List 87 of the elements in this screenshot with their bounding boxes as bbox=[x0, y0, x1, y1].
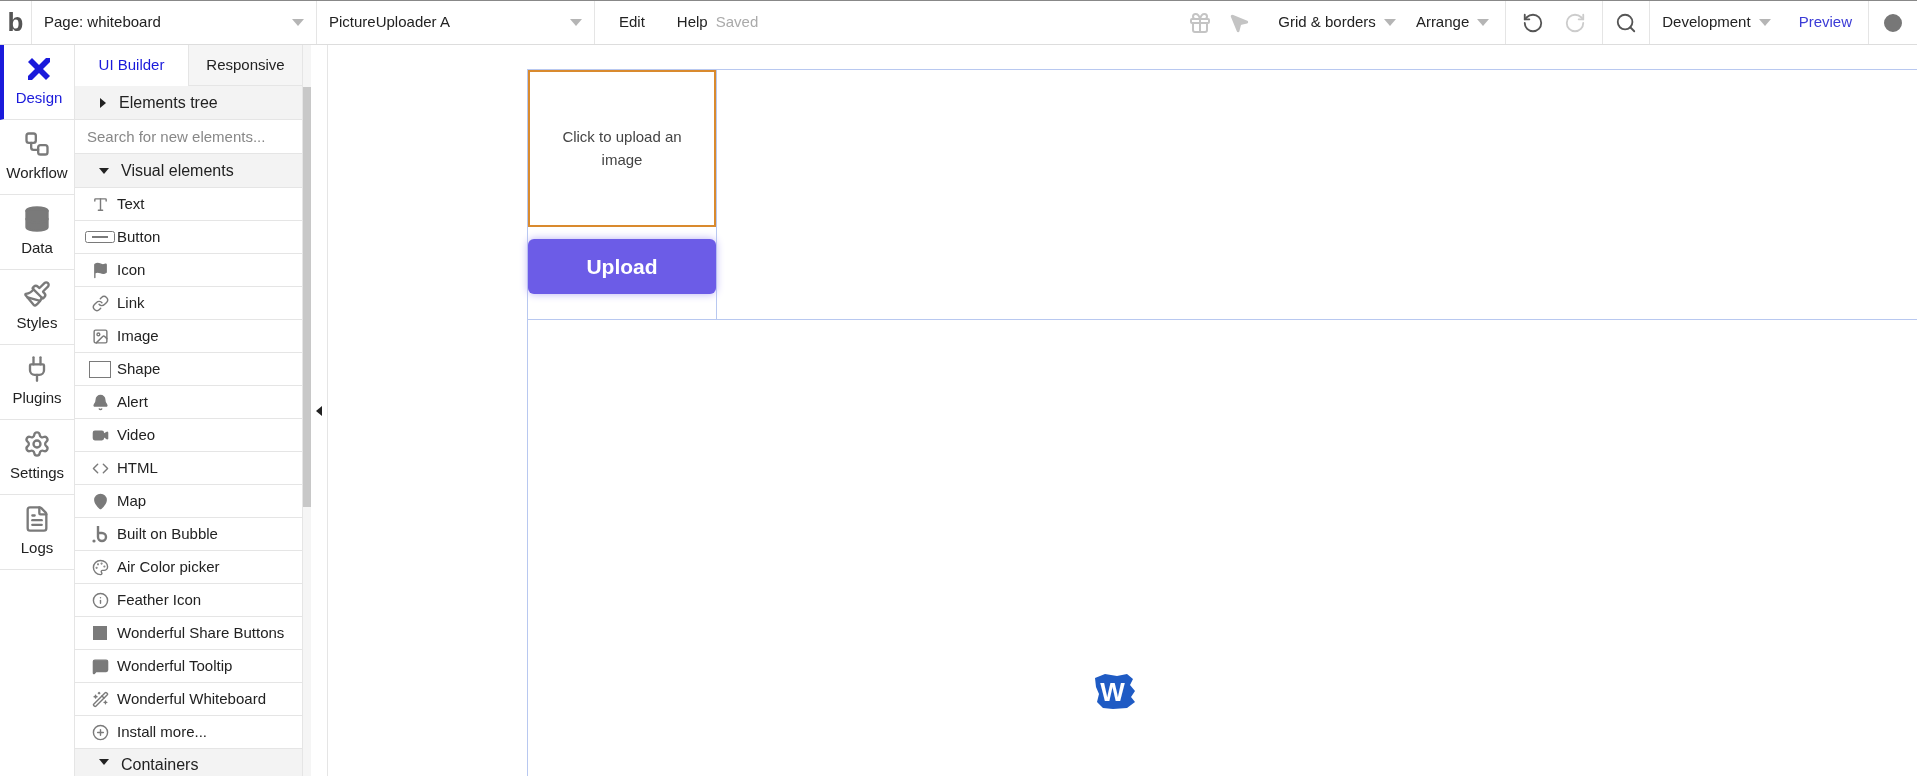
logo[interactable]: b bbox=[7, 3, 24, 42]
settings-icon bbox=[23, 429, 51, 458]
grid-menu[interactable]: Grid & borders bbox=[1278, 11, 1396, 34]
element-label: Video bbox=[117, 424, 156, 445]
nav-tab[interactable]: Styles bbox=[0, 270, 74, 345]
nav-tab[interactable]: Logs bbox=[0, 495, 74, 570]
element-label: Map bbox=[117, 490, 147, 511]
palette-icon bbox=[91, 558, 109, 576]
element-item[interactable]: Alert bbox=[75, 386, 302, 419]
element-item[interactable]: Map bbox=[75, 485, 302, 518]
caret-icon bbox=[99, 97, 107, 108]
arrange-menu[interactable]: Arrange bbox=[1415, 1, 1507, 44]
element-label: Link bbox=[117, 292, 145, 313]
brush-icon bbox=[23, 279, 51, 308]
element-item[interactable]: Feather Icon bbox=[75, 584, 302, 617]
caret-icon bbox=[292, 19, 304, 26]
info-icon bbox=[91, 591, 109, 609]
button-icon bbox=[85, 231, 115, 243]
element-item[interactable]: Wonderful Whiteboard bbox=[75, 683, 302, 716]
element-item[interactable]: Video bbox=[75, 419, 302, 452]
text-icon bbox=[91, 195, 109, 213]
page-dropdown[interactable]: Page: whiteboard bbox=[32, 1, 317, 44]
element-label: Wonderful Tooltip bbox=[117, 655, 233, 676]
preview-link[interactable]: Preview bbox=[1782, 11, 1868, 34]
caret-icon bbox=[1383, 19, 1396, 26]
caret-icon bbox=[1758, 19, 1771, 26]
element-item[interactable]: Icon bbox=[75, 254, 302, 287]
element-label: Text bbox=[117, 193, 145, 214]
search-field[interactable]: Search for new elements... bbox=[75, 120, 302, 154]
upload-button[interactable]: Upload bbox=[528, 239, 716, 294]
save-status: Saved bbox=[715, 12, 759, 33]
element-label: Built on Bubble bbox=[117, 523, 218, 544]
element-label: Image bbox=[117, 325, 159, 346]
caret-icon bbox=[99, 166, 109, 175]
search-icon[interactable] bbox=[1615, 11, 1638, 34]
flag-icon bbox=[91, 261, 109, 279]
section-header[interactable]: Elements tree bbox=[75, 86, 302, 120]
nav-tab[interactable]: Plugins bbox=[0, 345, 74, 420]
section-header[interactable]: Visual elements bbox=[75, 154, 302, 188]
element-item[interactable]: Air Color picker bbox=[75, 551, 302, 584]
bell-icon bbox=[91, 393, 109, 411]
image-icon bbox=[91, 327, 109, 345]
undo-icon[interactable] bbox=[1522, 11, 1545, 34]
element-item[interactable]: Shape bbox=[75, 353, 302, 386]
square-icon bbox=[93, 626, 107, 640]
element-item[interactable]: Built on Bubble bbox=[75, 518, 302, 551]
panel-tab[interactable]: Responsive bbox=[188, 45, 302, 86]
element-label: HTML bbox=[117, 457, 158, 478]
element-label: Wonderful Share Buttons bbox=[117, 622, 285, 643]
bubble-logo-icon bbox=[92, 525, 108, 543]
element-item[interactable]: Wonderful Share Buttons bbox=[75, 617, 302, 650]
menu-item[interactable]: Edit bbox=[619, 11, 645, 34]
element-label: Alert bbox=[117, 391, 148, 412]
element-item[interactable]: Wonderful Tooltip bbox=[75, 650, 302, 683]
element-label: Shape bbox=[117, 358, 161, 379]
element-label: Button bbox=[117, 226, 161, 247]
menu-item[interactable]: Help bbox=[676, 11, 708, 34]
database-icon bbox=[23, 204, 51, 233]
element-label: Icon bbox=[117, 259, 146, 280]
element-label: Install more... bbox=[117, 721, 208, 742]
element-label: Feather Icon bbox=[117, 589, 202, 610]
element-item[interactable]: Image bbox=[75, 320, 302, 353]
chat-icon bbox=[91, 657, 109, 675]
plus-circle-icon bbox=[91, 723, 109, 741]
element-item[interactable]: Link bbox=[75, 287, 302, 320]
link-icon bbox=[91, 294, 109, 312]
environment-dropdown[interactable]: Development bbox=[1649, 1, 1783, 44]
element-label: Wonderful Whiteboard bbox=[117, 688, 266, 709]
scrollbar-thumb[interactable] bbox=[303, 87, 311, 507]
element-dropdown[interactable]: PictureUploader A bbox=[317, 1, 595, 44]
element-label: Air Color picker bbox=[117, 556, 220, 577]
nav-tab[interactable]: Workflow bbox=[0, 120, 74, 195]
pin-icon bbox=[91, 492, 109, 510]
element-item[interactable]: Button bbox=[75, 221, 302, 254]
wand-icon bbox=[91, 690, 109, 708]
element-item[interactable]: HTML bbox=[75, 452, 302, 485]
rectangle-icon bbox=[89, 360, 111, 378]
caret-icon bbox=[1477, 19, 1490, 26]
workflow-icon bbox=[23, 129, 51, 158]
nav-tab[interactable]: Settings bbox=[0, 420, 74, 495]
element-item[interactable]: Text bbox=[75, 188, 302, 221]
collapse-icon[interactable] bbox=[316, 405, 322, 416]
upload-area[interactable]: Click to upload an image bbox=[528, 70, 716, 227]
caret-icon bbox=[570, 19, 582, 26]
caret-icon bbox=[99, 758, 109, 766]
nav-tab[interactable]: Data bbox=[0, 195, 74, 270]
section-header[interactable]: Containers bbox=[75, 749, 302, 776]
